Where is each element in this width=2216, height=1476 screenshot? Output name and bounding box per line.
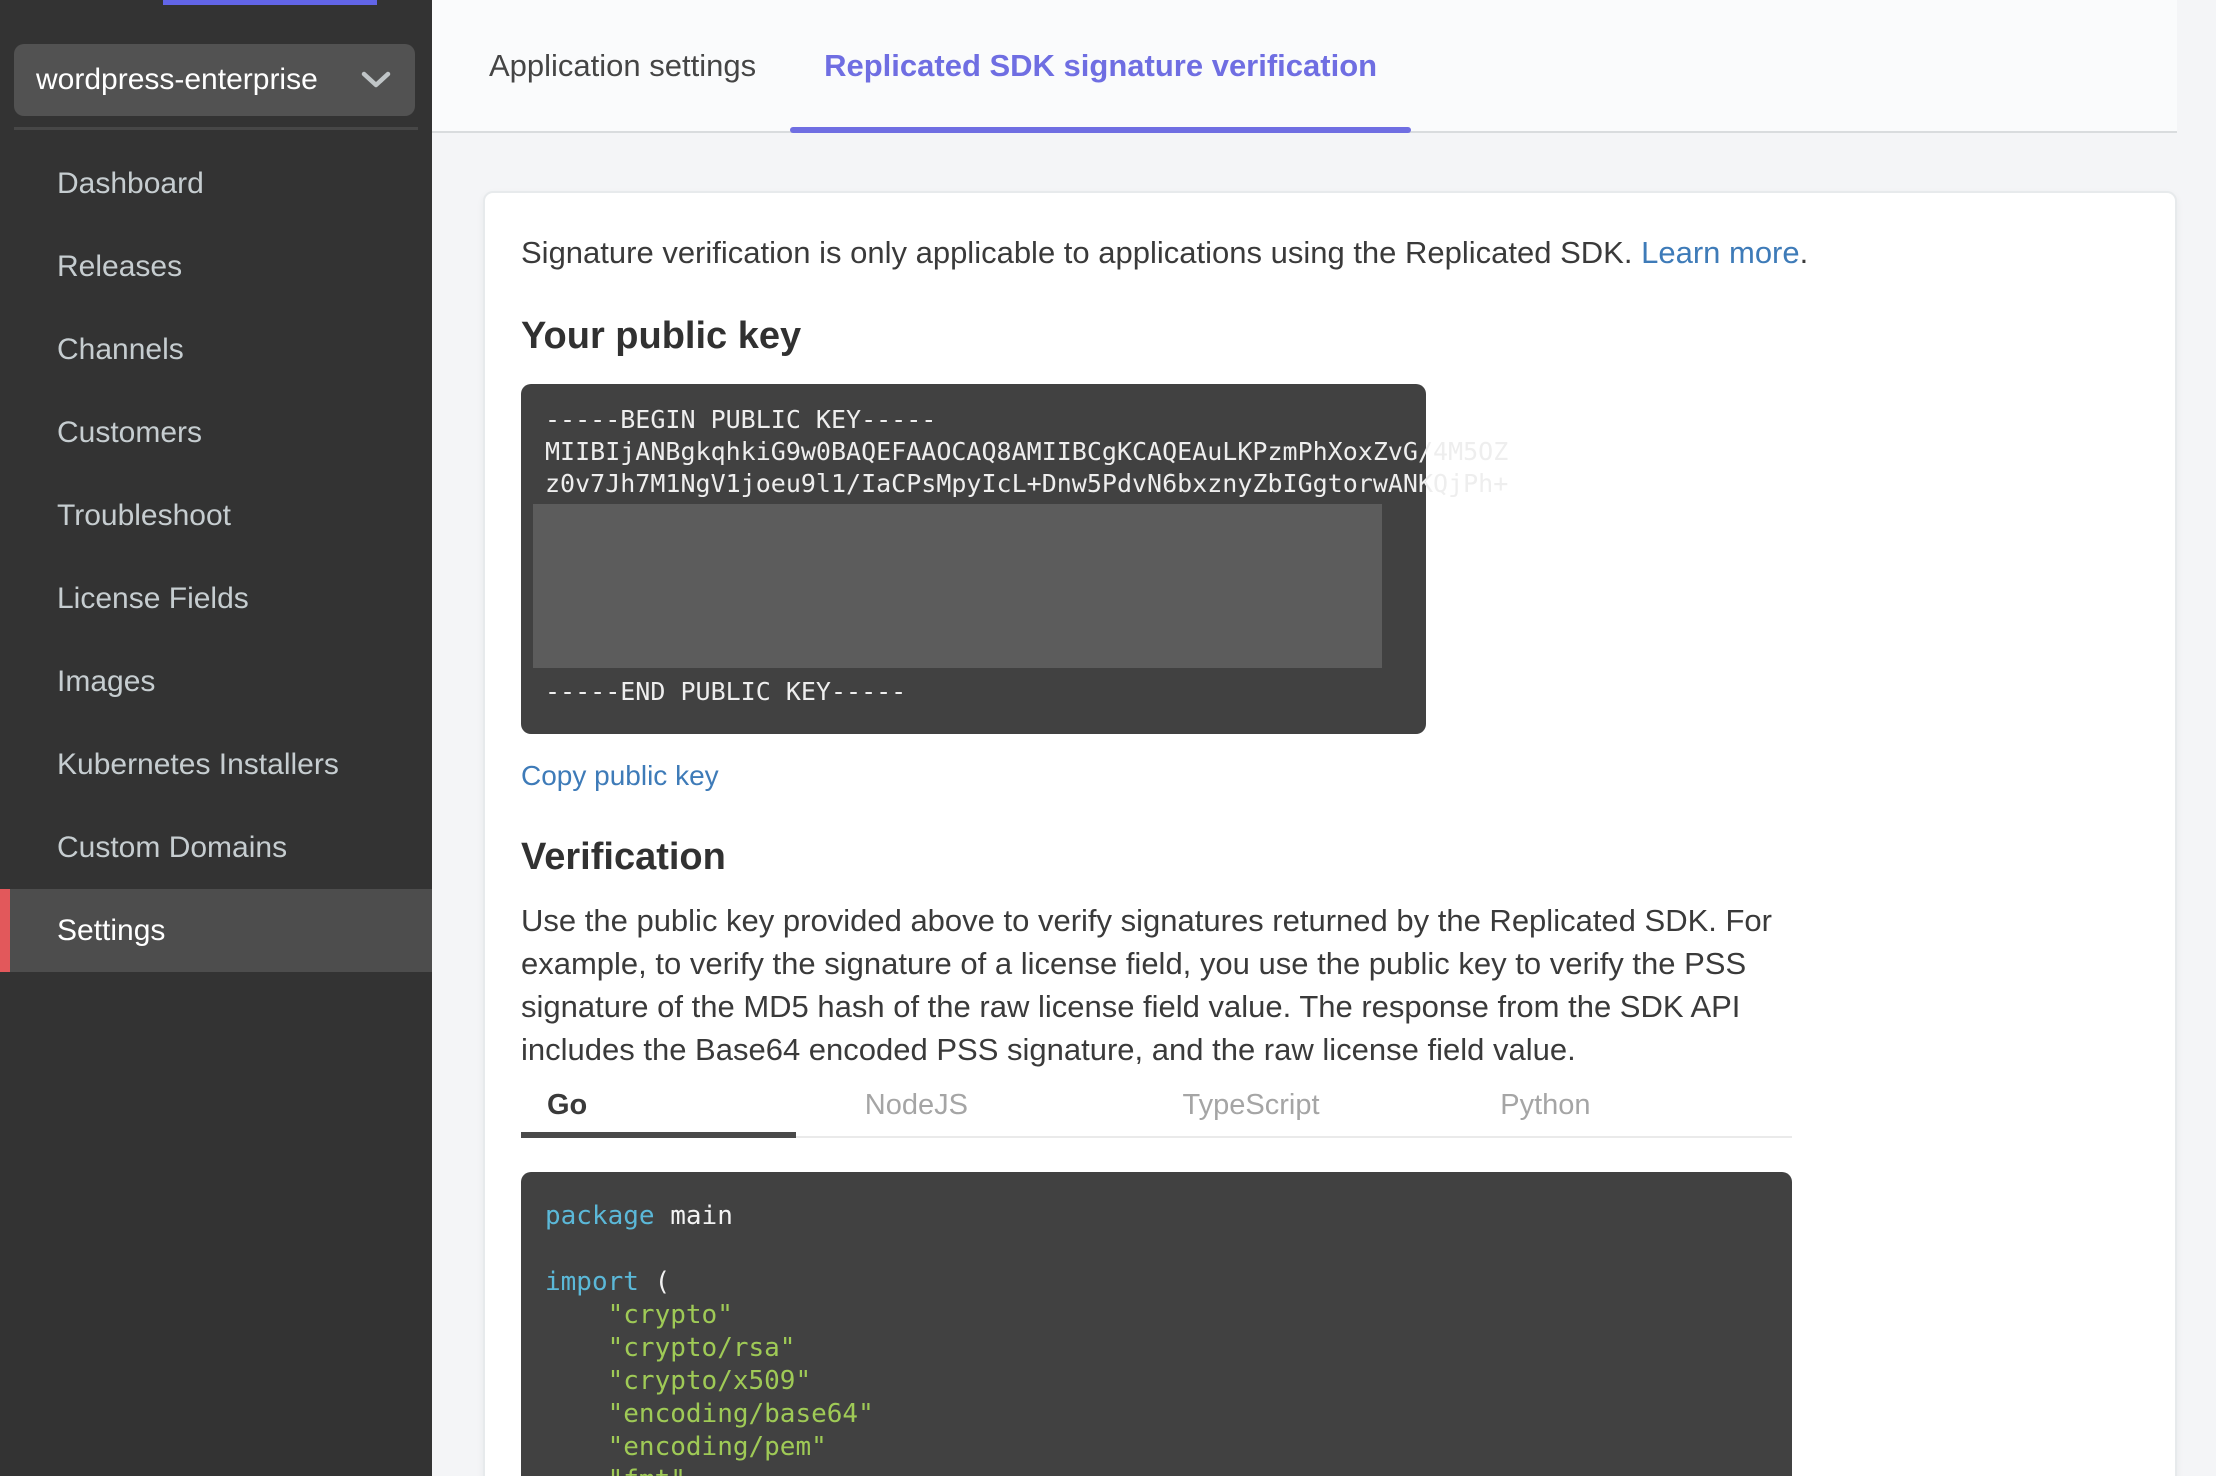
sidebar-item-label: Images	[57, 664, 156, 698]
redacted-key-region	[533, 504, 1382, 668]
intro-text-before: Signature verification is only applicabl…	[521, 235, 1642, 270]
public-key-heading: Your public key	[521, 315, 802, 357]
intro-text-after: .	[1799, 235, 1809, 270]
public-key-block: -----BEGIN PUBLIC KEY----- MIIBIjANBgkqh…	[521, 384, 1509, 734]
intro-text: Signature verification is only applicabl…	[521, 235, 2139, 271]
copy-public-key-link[interactable]: Copy public key	[521, 760, 719, 792]
code-language-tabs: Go NodeJS TypeScript Python	[521, 1079, 1792, 1138]
code-tab-go[interactable]: Go	[521, 1079, 839, 1138]
top-progress-bar	[163, 0, 377, 5]
sidebar-item-kubernetes-installers[interactable]: Kubernetes Installers	[0, 723, 432, 806]
main-content: Application settings Replicated SDK signa…	[432, 0, 2216, 1476]
sidebar-item-channels[interactable]: Channels	[0, 308, 432, 391]
sidebar-item-custom-domains[interactable]: Custom Domains	[0, 806, 432, 889]
sidebar-item-label: Troubleshoot	[57, 498, 231, 532]
sidebar-item-license-fields[interactable]: License Fields	[0, 557, 432, 640]
sidebar-item-dashboard[interactable]: Dashboard	[0, 142, 432, 225]
sidebar-item-images[interactable]: Images	[0, 640, 432, 723]
sidebar-item-label: Releases	[57, 249, 183, 283]
sidebar-item-label: Dashboard	[57, 166, 204, 200]
go-code-block: package main import ( "crypto" "crypto/r…	[521, 1172, 1792, 1476]
chevron-down-icon	[361, 71, 391, 89]
sidebar: wordpress-enterprise Dashboard Releases Ch…	[0, 0, 432, 1476]
go-code: package main import ( "crypto" "crypto/r…	[545, 1201, 874, 1476]
tab-application-settings[interactable]: Application settings	[455, 0, 790, 131]
app-selector-label: wordpress-enterprise	[36, 63, 318, 96]
pem-end-line: -----END PUBLIC KEY-----	[545, 677, 907, 706]
tab-replicated-sdk-signature-verification[interactable]: Replicated SDK signature verification	[790, 0, 1412, 133]
pem-line-3: z0v7Jh7M1NgV1joeu9l1/IaCPsMpyIcL+Dnw5Pdv…	[545, 469, 1509, 498]
code-tab-python[interactable]: Python	[1474, 1079, 1792, 1136]
sidebar-item-label: Custom Domains	[57, 830, 288, 864]
signature-verification-card: Signature verification is only applicabl…	[483, 191, 2177, 1476]
sidebar-item-releases[interactable]: Releases	[0, 225, 432, 308]
verification-heading: Verification	[521, 836, 726, 878]
sidebar-item-settings[interactable]: Settings	[0, 889, 432, 972]
sidebar-item-label: Customers	[57, 415, 203, 449]
sidebar-item-troubleshoot[interactable]: Troubleshoot	[0, 474, 432, 557]
pem-begin-line: -----BEGIN PUBLIC KEY-----	[545, 405, 937, 434]
settings-tabbar: Application settings Replicated SDK signa…	[432, 0, 2177, 133]
sidebar-item-customers[interactable]: Customers	[0, 391, 432, 474]
pem-line-2: MIIBIjANBgkqhkiG9w0BAQEFAAOCAQ8AMIIBCgKC…	[545, 437, 1509, 466]
learn-more-link[interactable]: Learn more	[1641, 235, 1800, 270]
code-tab-typescript[interactable]: TypeScript	[1157, 1079, 1475, 1136]
sidebar-nav: Dashboard Releases Channels Customers Troubl…	[0, 142, 432, 972]
sidebar-item-label: Kubernetes Installers	[57, 747, 339, 781]
code-tab-nodejs[interactable]: NodeJS	[839, 1079, 1157, 1136]
sidebar-item-label: Settings	[57, 913, 166, 947]
sidebar-divider	[14, 127, 418, 130]
sidebar-item-label: License Fields	[57, 581, 249, 615]
app-selector-dropdown[interactable]: wordpress-enterprise	[14, 44, 415, 116]
sidebar-item-label: Channels	[57, 332, 184, 366]
verification-description: Use the public key provided above to ver…	[521, 903, 1772, 1067]
